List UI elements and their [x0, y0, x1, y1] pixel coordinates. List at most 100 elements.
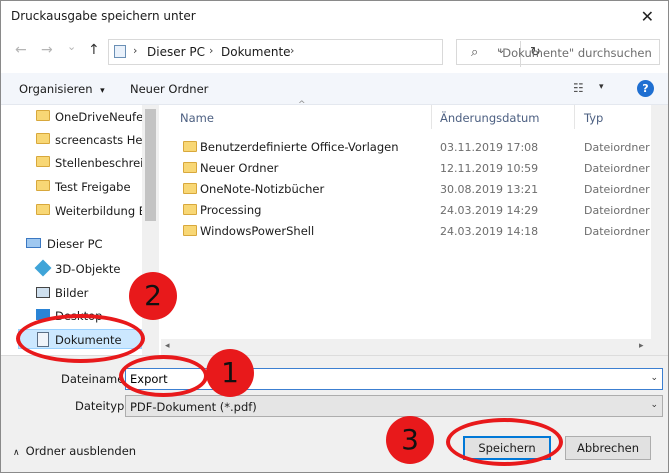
sidebar-item-dokumente[interactable]: Dokumente [18, 329, 142, 349]
file-name: Processing [200, 203, 262, 217]
sidebar-item-weiterbildung[interactable]: Weiterbildung B [1, 201, 147, 221]
file-type: Dateiordner [584, 225, 650, 238]
breadcrumb-separator-icon[interactable]: › [290, 44, 294, 57]
computer-icon [26, 238, 41, 248]
file-date: 24.03.2019 14:18 [440, 225, 539, 238]
sidebar-item-desktop[interactable]: Desktop [1, 306, 142, 326]
folder-icon [36, 133, 50, 144]
save-button[interactable]: Speichern [463, 436, 551, 460]
dialog-title: Druckausgabe speichern unter [11, 9, 196, 23]
sidebar-item-label: Weiterbildung B [55, 204, 147, 218]
chevron-down-icon[interactable]: ⌄ [650, 400, 658, 410]
table-row[interactable]: WindowsPowerShell 24.03.2019 14:18 Datei… [161, 220, 651, 241]
close-icon[interactable]: ✕ [641, 7, 654, 26]
help-icon[interactable]: ? [637, 80, 654, 97]
step-marker-2: 2 [129, 272, 177, 320]
column-header-date[interactable]: Änderungsdatum [440, 111, 539, 125]
view-options-icon[interactable]: ☷ [573, 81, 584, 95]
folder-icon [36, 180, 50, 191]
breadcrumb-separator-icon[interactable]: › [133, 44, 137, 57]
sidebar-item-label: Dokumente [55, 333, 122, 347]
sidebar-item-dieser-pc[interactable]: Dieser PC [1, 234, 142, 254]
3d-objects-icon [34, 259, 52, 277]
sidebar-item-test-freigabe[interactable]: Test Freigabe [1, 177, 142, 197]
chevron-up-icon: ∧ [13, 448, 20, 458]
command-bar: Organisieren ▾ Neuer Ordner ☷ ▾ ? [1, 73, 668, 105]
step-marker-1: 1 [206, 349, 254, 397]
folder-icon [183, 204, 197, 215]
sidebar-item-screencasts[interactable]: screencasts Hell [1, 130, 149, 150]
forward-arrow-icon[interactable]: → [41, 42, 53, 58]
sidebar-item-label: Test Freigabe [55, 180, 131, 194]
table-row[interactable]: Benutzerdefinierte Office-Vorlagen 03.11… [161, 136, 651, 157]
pictures-icon [36, 287, 50, 298]
file-date: 30.08.2019 13:21 [440, 183, 539, 196]
scrollbar-thumb[interactable] [145, 109, 156, 221]
scroll-left-icon[interactable]: ◂ [165, 341, 170, 351]
column-divider[interactable] [431, 105, 432, 129]
folder-icon [183, 162, 197, 173]
desktop-icon [36, 309, 50, 320]
chevron-down-icon[interactable]: ⌄ [650, 373, 658, 383]
sidebar-item-label: Stellenbeschreib [55, 156, 151, 170]
file-name: WindowsPowerShell [200, 224, 315, 238]
folder-icon [36, 204, 50, 215]
file-type: Dateiordner [584, 141, 650, 154]
sidebar-item-label: OneDriveNeufeld [55, 110, 154, 124]
scroll-right-icon[interactable]: ▸ [639, 341, 644, 351]
file-name: OneNote-Notizbücher [200, 182, 325, 196]
up-arrow-icon[interactable]: ↑ [88, 42, 100, 58]
navigation-pane: OneDriveNeufeld screencasts Hell Stellen… [1, 105, 159, 355]
sidebar-item-stellenbeschreibungen[interactable]: Stellenbeschreib [1, 153, 151, 173]
sort-ascending-icon: ^ [298, 100, 306, 110]
table-row[interactable]: Neuer Ordner 12.11.2019 10:59 Dateiordne… [161, 157, 651, 178]
recent-locations-chevron-icon[interactable]: ⌄ [67, 40, 76, 53]
file-list: Name ^ Änderungsdatum Typ Benutzerdefini… [161, 100, 668, 355]
file-date: 24.03.2019 14:29 [440, 204, 539, 217]
document-icon [37, 332, 49, 347]
step-marker-3: 3 [386, 416, 434, 464]
column-divider[interactable] [574, 105, 575, 129]
back-arrow-icon[interactable]: ← [15, 42, 27, 58]
table-row[interactable]: Processing 24.03.2019 14:29 Dateiordner [161, 199, 651, 220]
folder-icon [36, 156, 50, 167]
filename-label: Dateiname: [61, 372, 129, 386]
sidebar-item-bilder[interactable]: Bilder [1, 283, 142, 303]
sidebar-item-3d-objekte[interactable]: 3D-Objekte [1, 259, 142, 279]
filetype-select[interactable]: PDF-Dokument (*.pdf) ⌄ [125, 395, 663, 417]
file-name: Neuer Ordner [200, 161, 279, 175]
file-type: Dateiordner [584, 204, 650, 217]
column-header-name[interactable]: Name [180, 111, 214, 125]
search-input[interactable]: ⌕ "Dokumente" durchsuchen [456, 39, 660, 65]
file-date: 03.11.2019 17:08 [440, 141, 539, 154]
hide-folders-toggle[interactable]: ∧ Ordner ausblenden [13, 444, 136, 458]
computer-icon [114, 45, 126, 58]
chevron-down-icon[interactable]: ▾ [599, 82, 604, 92]
file-name: Benutzerdefinierte Office-Vorlagen [200, 140, 399, 154]
cancel-button[interactable]: Abbrechen [565, 436, 651, 460]
save-dialog: Druckausgabe speichern unter ✕ ← → ⌄ ↑ ›… [0, 0, 669, 473]
search-icon: ⌕ [471, 45, 479, 60]
title-bar: Druckausgabe speichern unter ✕ [1, 1, 668, 33]
filetype-value: PDF-Dokument (*.pdf) [130, 400, 257, 414]
breadcrumb-dokumente[interactable]: Dokumente [221, 45, 291, 59]
breadcrumb-separator-icon[interactable]: › [209, 44, 213, 57]
sidebar-item-onedriveneufeld[interactable]: OneDriveNeufeld [1, 107, 154, 127]
hide-folders-label: Ordner ausblenden [25, 444, 137, 458]
sidebar-item-label: Desktop [55, 309, 103, 323]
organize-menu-button[interactable]: Organisieren ▾ [19, 82, 105, 96]
folder-icon [183, 141, 197, 152]
address-bar[interactable]: › Dieser PC › Dokumente › ⌄ ↻ [108, 39, 541, 67]
folder-icon [36, 110, 50, 121]
search-placeholder: "Dokumente" durchsuchen [497, 46, 652, 60]
organize-label: Organisieren [19, 82, 93, 96]
sidebar-item-label: 3D-Objekte [55, 262, 121, 276]
table-row[interactable]: OneNote-Notizbücher 30.08.2019 13:21 Dat… [161, 178, 651, 199]
column-header-type[interactable]: Typ [584, 111, 603, 125]
sidebar-item-label: screencasts Hell [55, 133, 149, 147]
file-type: Dateiordner [584, 183, 650, 196]
new-folder-button[interactable]: Neuer Ordner [130, 82, 208, 96]
breadcrumb-dieser-pc[interactable]: Dieser PC [147, 45, 205, 59]
navigation-bar: ← → ⌄ ↑ › Dieser PC › Dokumente › ⌄ ↻ ⌕ … [1, 37, 668, 67]
file-list-vertical-scrollbar[interactable] [651, 105, 668, 355]
